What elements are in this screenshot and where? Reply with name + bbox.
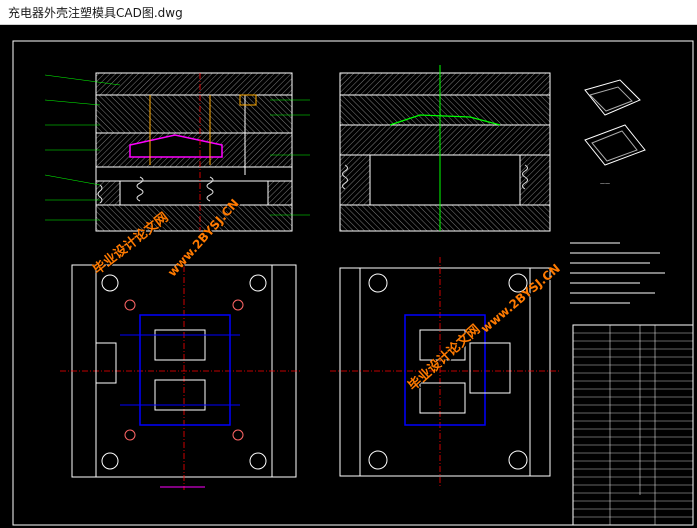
drawing-canvas[interactable]: —— 毕业设计论文网 www.2BYSJ.CN 毕业设计论文网 www.2BYS… [0,25,697,528]
window-title: 充电器外壳注塑模具CAD图.dwg [8,6,183,20]
title-block [572,324,694,526]
section-view-right [339,65,551,232]
technical-notes [570,242,665,304]
cad-drawing: —— [12,40,694,526]
section-view-left [44,72,310,232]
plan-view-left [60,255,300,490]
iso-view: —— [584,79,646,187]
svg-text:——: —— [600,181,610,187]
window-titlebar: 充电器外壳注塑模具CAD图.dwg [0,0,697,25]
